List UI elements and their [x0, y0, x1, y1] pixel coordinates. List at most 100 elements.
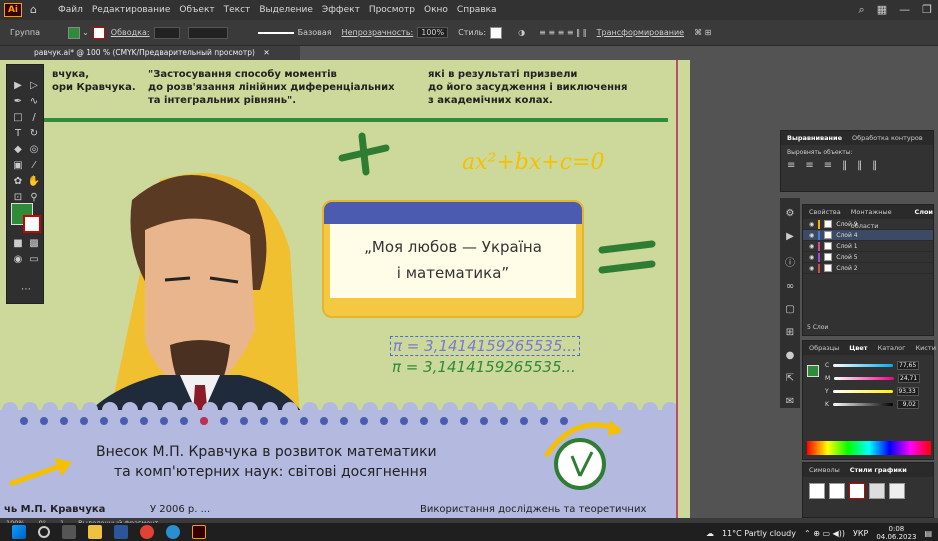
info-icon[interactable]: ⓘ	[780, 254, 800, 269]
task-view-icon[interactable]	[62, 525, 76, 539]
stroke-width-field[interactable]	[153, 26, 180, 39]
menu-effect[interactable]: Эффект	[322, 5, 360, 15]
tab-align[interactable]: Выравнивание	[787, 131, 842, 145]
curvature-icon[interactable]: ∿	[27, 95, 41, 109]
variable-width-field[interactable]	[187, 26, 228, 39]
eyedropper-icon[interactable]: ⁄	[27, 159, 41, 173]
appearance-icon[interactable]: ●	[780, 350, 800, 361]
stroke-label[interactable]: Обводка:	[111, 28, 150, 37]
restore-icon[interactable]: ❐	[922, 3, 932, 17]
yellow-slider-row[interactable]: Y 93,33	[825, 385, 929, 398]
menu-window[interactable]: Окно	[424, 5, 448, 15]
language-indicator[interactable]: УКР	[853, 529, 868, 538]
export-icon[interactable]: ⇱	[780, 373, 800, 384]
cyan-slider-row[interactable]: C 77,65	[825, 359, 929, 372]
telegram-icon[interactable]	[166, 525, 180, 539]
style-swatch[interactable]	[490, 26, 503, 39]
tab-swatches[interactable]: Образцы	[809, 341, 839, 355]
windows-start-icon[interactable]	[12, 525, 26, 539]
color-spectrum[interactable]	[807, 441, 931, 455]
workspace-icon[interactable]: ▦	[877, 3, 887, 17]
menu-object[interactable]: Объект	[179, 5, 214, 15]
transform-link[interactable]: Трансформирование	[597, 28, 684, 37]
panel-fill-swatch[interactable]	[807, 365, 819, 377]
tab-pathfinder[interactable]: Обработка контуров	[852, 131, 923, 145]
document-tab[interactable]: равчук.ai* @ 100 % (CMYK/Предварительный…	[0, 46, 300, 60]
tray-icons[interactable]: ⌃ ⊕ ▭ ◀))	[804, 529, 845, 538]
menu-text[interactable]: Текст	[224, 5, 251, 15]
black-slider-row[interactable]: K 9,02	[825, 398, 929, 411]
file-explorer-icon[interactable]	[88, 525, 102, 539]
direct-selection-icon[interactable]: ▷	[27, 79, 41, 93]
selection-tool-icon[interactable]: ▶	[11, 79, 25, 93]
hand-tool-icon[interactable]: ✋	[27, 175, 41, 189]
menu-select[interactable]: Выделение	[259, 5, 313, 15]
stroke-style[interactable]: Базовая	[298, 28, 332, 37]
gradient-tool-icon[interactable]: ▣	[11, 159, 25, 173]
style-label[interactable]: Стиль:	[458, 28, 486, 37]
weather-text[interactable]: 11°C Partly cloudy	[722, 529, 796, 538]
align-buttons-icon[interactable]: ≡≡≡‖‖‖	[781, 160, 933, 171]
search-icon[interactable]: ⌕	[859, 3, 865, 17]
close-icon[interactable]: ✕	[263, 48, 269, 57]
tab-symbols[interactable]: Символы	[809, 463, 840, 477]
tab-properties[interactable]: Свойства	[809, 205, 841, 219]
fill-swatch[interactable]	[68, 26, 81, 39]
home-icon[interactable]: ⌂	[30, 3, 44, 17]
notifications-icon[interactable]: ▤	[924, 529, 932, 538]
menu-edit[interactable]: Редактирование	[92, 5, 171, 15]
screen-mode-icon[interactable]: ▭	[27, 253, 41, 267]
layer-row[interactable]: ◉ Слой 1	[803, 241, 933, 252]
comments-icon[interactable]: ✉	[780, 396, 800, 407]
menu-file[interactable]: Файл	[58, 5, 83, 15]
recolor-icon[interactable]: ◑	[518, 28, 525, 37]
tab-graphic-styles[interactable]: Стили графики	[850, 463, 907, 477]
visibility-icon[interactable]: ◉	[809, 254, 814, 261]
tab-brushes[interactable]: Кисти	[916, 341, 936, 355]
pi-text-selected[interactable]: π = 3,1414159265535...	[390, 336, 580, 356]
transform-icon[interactable]: ⊞	[780, 327, 800, 338]
tab-color[interactable]: Цвет	[849, 341, 867, 355]
word-icon[interactable]	[114, 525, 128, 539]
properties-icon[interactable]: ⚙	[780, 208, 800, 219]
magenta-slider-row[interactable]: M 24,71	[825, 372, 929, 385]
shape-builder-icon[interactable]: ◆	[11, 143, 25, 157]
stroke-color-swatch[interactable]	[23, 215, 41, 233]
chrome-icon[interactable]	[140, 525, 154, 539]
gradient-mode-icon[interactable]: ▩	[27, 237, 41, 251]
clock[interactable]: 0:08 04.06.2023	[876, 525, 916, 541]
brush-tool-icon[interactable]: /	[27, 111, 41, 125]
layer-row[interactable]: ◉ Слой 5	[803, 252, 933, 263]
menu-help[interactable]: Справка	[457, 5, 497, 15]
more-tools-icon[interactable]: ⋯	[19, 283, 33, 297]
visibility-icon[interactable]: ◉	[809, 265, 814, 272]
visibility-icon[interactable]: ◉	[809, 232, 814, 239]
minimize-icon[interactable]: —	[899, 3, 910, 17]
chevron-down-icon[interactable]: ⌄	[82, 28, 89, 37]
artboard[interactable]: вчука, ори Кравчука. "Застосування спосо…	[0, 60, 690, 518]
visibility-icon[interactable]: ◉	[809, 221, 814, 228]
pen-tool-icon[interactable]: ✒	[11, 95, 25, 109]
search-icon[interactable]	[38, 526, 50, 538]
play-icon[interactable]: ▶	[780, 231, 800, 242]
draw-mode-icon[interactable]: ◉	[11, 253, 25, 267]
type-tool-icon[interactable]: T	[11, 127, 25, 141]
links-icon[interactable]: ∞	[780, 281, 800, 292]
opacity-label[interactable]: Непрозрачность:	[342, 28, 414, 37]
arrange-icon[interactable]: ⌘ ⊞	[694, 28, 711, 37]
stroke-swatch[interactable]	[92, 26, 105, 39]
blend-tool-icon[interactable]: ◎	[27, 143, 41, 157]
tab-layers[interactable]: Слои	[914, 205, 933, 219]
illustrator-taskbar-icon[interactable]	[192, 525, 206, 539]
weather-icon[interactable]: ☁	[706, 529, 714, 538]
rotate-tool-icon[interactable]: ↻	[27, 127, 41, 141]
visibility-icon[interactable]: ◉	[809, 243, 814, 250]
symbol-sprayer-icon[interactable]: ✿	[11, 175, 25, 189]
tab-artboards[interactable]: Монтажные области	[851, 205, 905, 230]
color-mode-icon[interactable]: ■	[11, 237, 25, 251]
menu-view[interactable]: Просмотр	[369, 5, 415, 15]
rectangle-tool-icon[interactable]: □	[11, 111, 25, 125]
layer-row[interactable]: ◉ Слой 2	[803, 263, 933, 274]
tab-catalog[interactable]: Каталог	[878, 341, 906, 355]
align-icon[interactable]: ≡ ≡ ≡ ≡ ‖ ‖	[539, 28, 587, 37]
